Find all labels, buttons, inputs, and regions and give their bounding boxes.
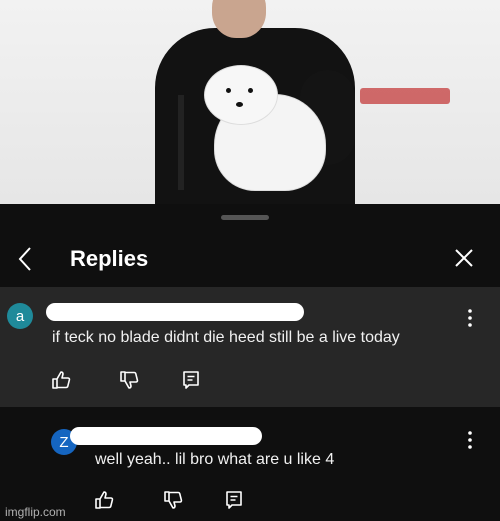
page-title: Replies — [70, 246, 149, 271]
dog-head — [205, 66, 277, 124]
like-button[interactable] — [93, 489, 115, 511]
replies-panel: Replies a if teck no blade didnt die hee… — [0, 204, 500, 521]
redacted-username — [70, 427, 262, 445]
close-icon — [455, 249, 473, 267]
dog-eye — [226, 88, 231, 93]
dislike-button[interactable] — [162, 489, 184, 511]
video-frame[interactable] — [0, 0, 500, 204]
back-button[interactable] — [14, 244, 38, 274]
thumbs-up-icon — [52, 371, 71, 389]
dog-nose — [236, 102, 243, 107]
reply-button[interactable] — [180, 369, 202, 391]
thumbs-down-icon — [164, 491, 183, 509]
thumbs-down-icon — [120, 371, 139, 389]
like-button[interactable] — [50, 369, 72, 391]
comment-text: well yeah.. lil bro what are u like 4 — [95, 451, 335, 468]
thumbs-up-icon — [95, 491, 114, 509]
drag-handle[interactable] — [221, 215, 269, 220]
back-arrow-icon — [18, 247, 31, 271]
more-button[interactable] — [465, 308, 475, 328]
more-button[interactable] — [465, 430, 475, 450]
avatar[interactable]: a — [7, 303, 33, 329]
redacted-username — [46, 303, 304, 321]
more-vert-icon — [468, 309, 472, 327]
shirt-print — [360, 88, 450, 104]
dog-eye — [248, 88, 253, 93]
reply-icon — [183, 371, 199, 389]
close-button[interactable] — [452, 246, 476, 270]
reply-icon — [226, 491, 242, 509]
dislike-button[interactable] — [118, 369, 140, 391]
chair — [178, 95, 184, 190]
reply-button[interactable] — [223, 489, 245, 511]
comment-item: Z well yeah.. lil bro what are u like 4 — [0, 407, 500, 521]
comment-text: if teck no blade didnt die heed still be… — [52, 329, 400, 346]
comment-item: a if teck no blade didnt die heed still … — [0, 287, 500, 408]
replies-header: Replies — [0, 234, 500, 286]
watermark: imgflip.com — [5, 505, 66, 519]
more-vert-icon — [468, 431, 472, 449]
